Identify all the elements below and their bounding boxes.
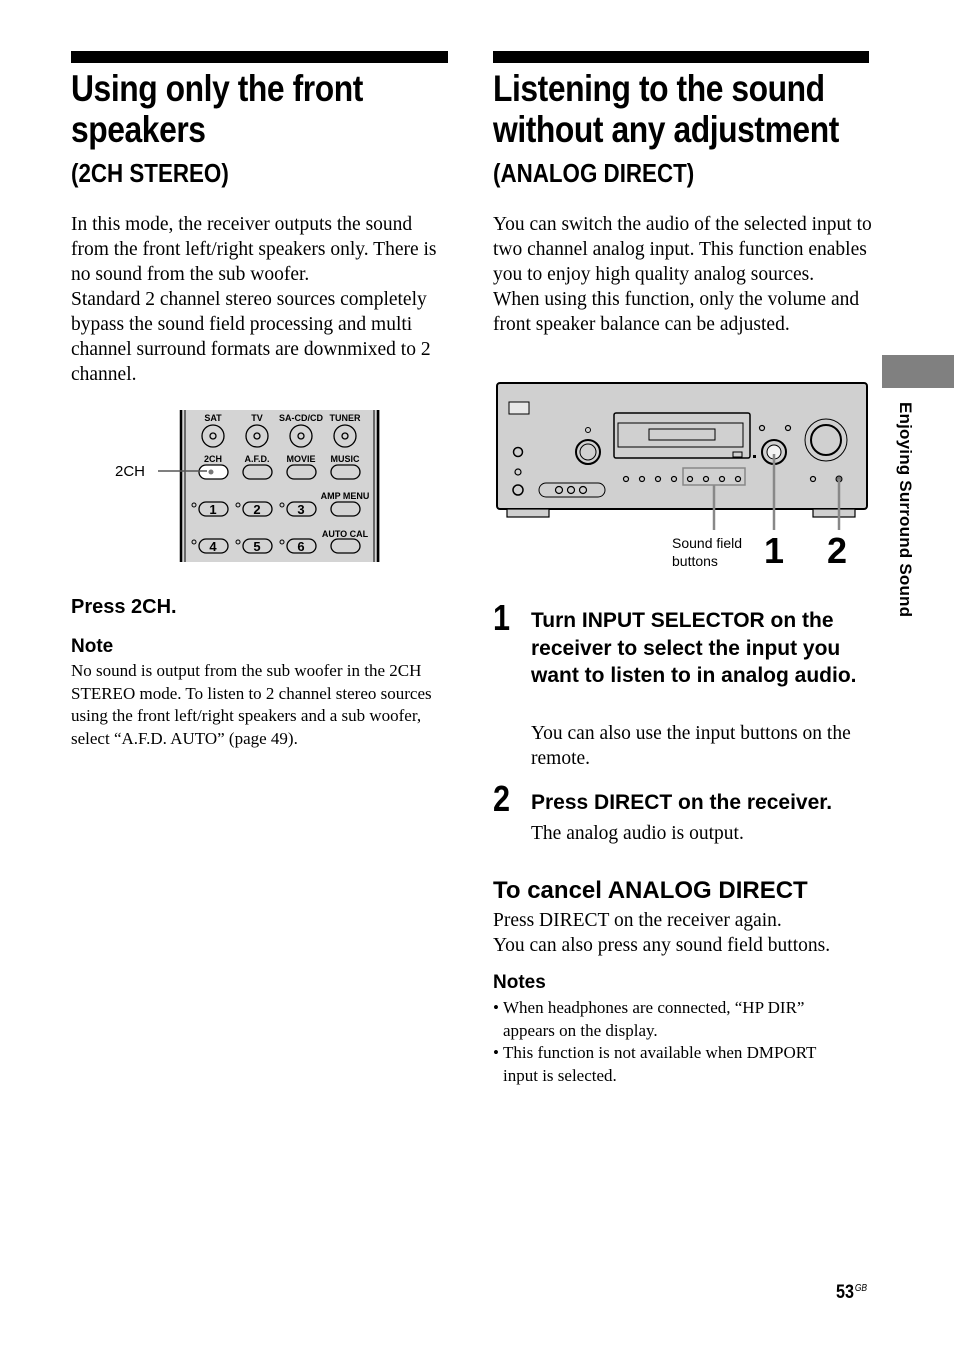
cancel-heading: To cancel ANALOG DIRECT xyxy=(493,877,808,904)
receiver-power-button[interactable] xyxy=(508,401,530,415)
remote-num-5: 5 xyxy=(253,539,260,554)
remote-label-movie: MOVIE xyxy=(286,454,315,464)
page-number: 53GB xyxy=(836,1282,867,1304)
left-intro: In this mode, the receiver outputs the s… xyxy=(71,212,451,387)
step-1-title: Turn INPUT SELECTOR on the receiver to s… xyxy=(531,609,857,687)
right-subtitle: (ANALOG DIRECT) xyxy=(493,158,695,188)
right-paragraph-2: When using this function, only the volum… xyxy=(493,289,860,335)
section-rule-left xyxy=(71,51,448,63)
callout-sound-field-line2: buttons xyxy=(672,553,718,569)
right-intro: You can switch the audio of the selected… xyxy=(493,212,873,337)
note-item: When headphones are connected, “HP DIR” … xyxy=(493,997,853,1042)
left-title-line1: Using only the front xyxy=(71,68,363,109)
right-notes-list: When headphones are connected, “HP DIR” … xyxy=(493,997,853,1087)
right-notes-heading: Notes xyxy=(493,972,546,993)
receiver-figure: Sound field buttons 1 2 xyxy=(496,382,868,571)
left-note-text: No sound is output from the sub woofer i… xyxy=(71,661,432,748)
left-title-line2: speakers xyxy=(71,109,206,150)
callout-step-1: 1 xyxy=(764,530,784,571)
callout-step-2: 2 xyxy=(827,530,847,571)
step-1-number: 1 xyxy=(493,597,511,638)
callout-sound-field-line1: Sound field xyxy=(672,535,742,551)
left-subtitle: (2CH STEREO) xyxy=(71,158,229,188)
receiver-foot-left xyxy=(506,508,550,518)
remote-label-amp-menu: AMP MENU xyxy=(321,491,370,501)
remote-label-sat: SAT xyxy=(204,413,222,423)
remote-label-2ch: 2CH xyxy=(204,454,222,464)
cancel-text: Press DIRECT on the receiver again. You … xyxy=(493,908,873,958)
remote-label-music: MUSIC xyxy=(331,454,361,464)
page-number-suffix: GB xyxy=(854,1283,868,1294)
side-tab-label: Enjoying Surround Sound xyxy=(895,402,915,662)
right-paragraph-1: You can switch the audio of the selected… xyxy=(493,214,872,285)
remote-num-6: 6 xyxy=(297,539,304,554)
page-number-value: 53 xyxy=(836,1282,854,1303)
cancel-line-2: You can also press any sound field butto… xyxy=(493,935,831,956)
left-paragraph-2: Standard 2 channel stereo sources comple… xyxy=(71,289,431,385)
right-title-line1: Listening to the sound xyxy=(493,68,825,109)
callout-label-2ch: 2CH xyxy=(115,463,145,480)
right-title-line2: without any adjustment xyxy=(493,109,839,150)
step-2-detail: The analog audio is output. xyxy=(531,823,744,844)
remote-num-3: 3 xyxy=(297,502,304,517)
remote-control-figure: SAT TV SA-CD/CD TUNER 2CH A.F.D. MOVIE M… xyxy=(115,410,380,562)
remote-num-1: 1 xyxy=(209,502,216,517)
section-rule-right xyxy=(493,51,869,63)
receiver-foot-right xyxy=(812,508,856,518)
remote-label-tuner: TUNER xyxy=(330,413,361,423)
remote-label-sacd: SA-CD/CD xyxy=(279,413,323,423)
remote-label-afd: A.F.D. xyxy=(244,454,269,464)
remote-button-2ch-marker xyxy=(208,469,214,475)
remote-num-4: 4 xyxy=(209,539,217,554)
step-2-title: Press DIRECT on the receiver. xyxy=(531,791,833,814)
left-instruction: Press 2CH. xyxy=(71,596,177,618)
step-2-number: 2 xyxy=(493,778,511,819)
step-1-detail: You can also use the input buttons on th… xyxy=(531,723,851,769)
side-tab-text: Enjoying Surround Sound xyxy=(896,402,915,618)
left-note-heading: Note xyxy=(71,636,114,657)
left-paragraph-1: In this mode, the receiver outputs the s… xyxy=(71,214,437,285)
side-tab-marker xyxy=(882,355,954,388)
receiver-sensor xyxy=(753,455,756,458)
remote-label-tv: TV xyxy=(251,413,263,423)
cancel-line-1: Press DIRECT on the receiver again. xyxy=(493,910,782,931)
note-item: This function is not available when DMPO… xyxy=(493,1042,853,1087)
remote-label-auto-cal: AUTO CAL xyxy=(322,529,369,539)
remote-num-2: 2 xyxy=(253,502,260,517)
